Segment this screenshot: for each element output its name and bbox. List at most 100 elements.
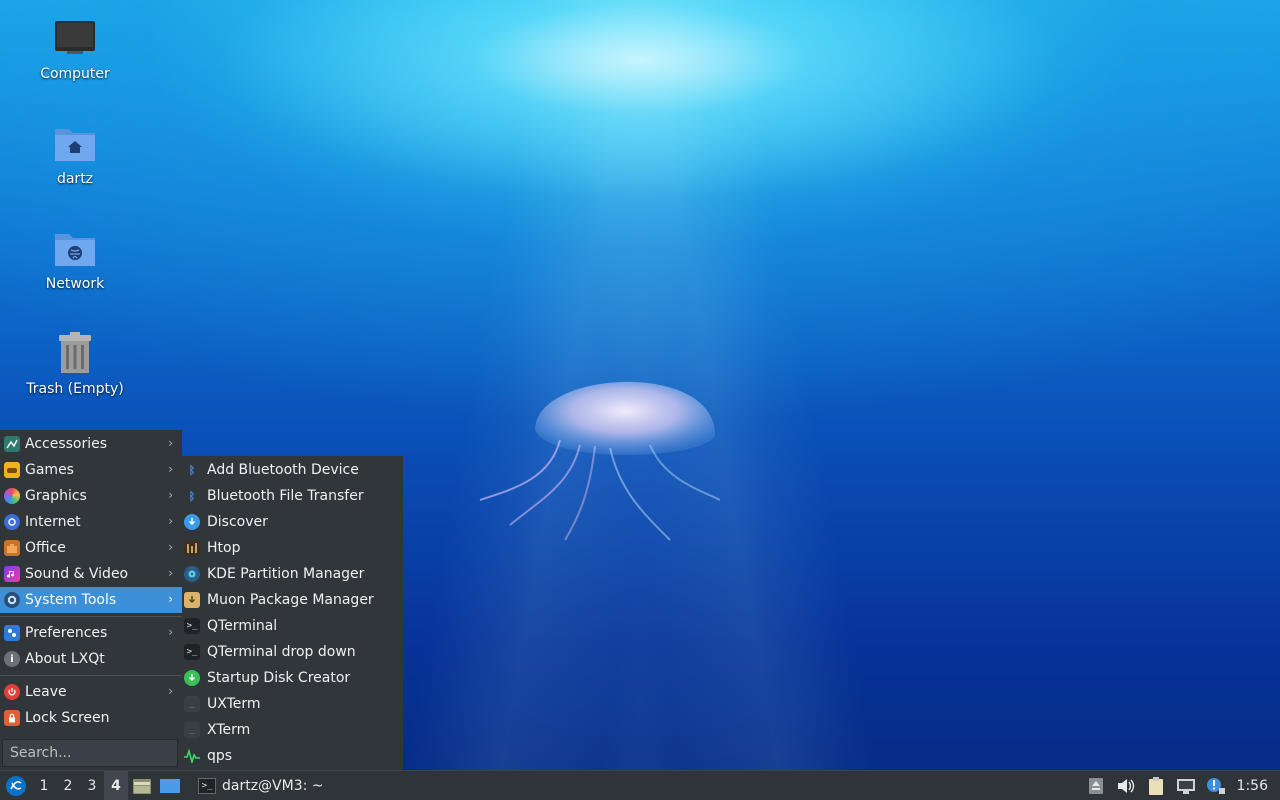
submenu-item-xterm[interactable]: _ XTerm [182, 717, 403, 743]
start-menu-button[interactable] [0, 771, 32, 800]
partition-manager-icon [184, 566, 200, 582]
submenu-item-qterminal-drop-down[interactable]: >_ QTerminal drop down [182, 639, 403, 665]
menu-item-preferences[interactable]: Preferences › [0, 620, 182, 646]
menu-item-office[interactable]: Office › [0, 535, 182, 561]
submenu-item-label: UXTerm [207, 696, 261, 712]
xterm-icon: _ [184, 722, 200, 738]
desktop-icon-label: Computer [40, 66, 110, 82]
desktop-switch-3[interactable]: 3 [80, 771, 104, 800]
submenu-item-label: Muon Package Manager [207, 592, 374, 608]
clipboard-button[interactable] [1141, 771, 1171, 800]
sound-video-icon [4, 566, 20, 582]
desktop-icon-computer[interactable]: Computer [15, 14, 135, 82]
menu-separator [0, 616, 182, 617]
submenu-item-add-bluetooth-device[interactable]: ᛒ Add Bluetooth Device [182, 457, 403, 483]
desktop-icon-label: Trash (Empty) [26, 381, 124, 397]
submenu-item-startup-disk-creator[interactable]: Startup Disk Creator [182, 665, 403, 691]
menu-item-lock-screen[interactable]: Lock Screen [0, 705, 182, 731]
clock[interactable]: 1:56 [1231, 778, 1280, 794]
lubuntu-logo-icon [6, 775, 26, 796]
terminal-icon: >_ [198, 777, 216, 794]
desktop-number: 2 [63, 777, 73, 794]
desktop-icon-trash[interactable]: Trash (Empty) [15, 329, 135, 397]
xterm-icon: _ [184, 696, 200, 712]
chevron-right-icon: › [168, 462, 173, 476]
submenu-item-htop[interactable]: Htop [182, 535, 403, 561]
desktop-switch-2[interactable]: 2 [56, 771, 80, 800]
wallpaper-jellyfish [479, 381, 721, 541]
menu-item-leave[interactable]: Leave › [0, 679, 182, 705]
info-icon: i [4, 651, 20, 667]
submenu-item-discover[interactable]: Discover [182, 509, 403, 535]
submenu-item-label: QTerminal [207, 618, 278, 634]
submenu-item-label: QTerminal drop down [207, 644, 356, 660]
submenu-item-bluetooth-file-transfer[interactable]: ᛒ Bluetooth File Transfer [182, 483, 403, 509]
tray-eject-button[interactable] [1081, 771, 1111, 800]
search-placeholder: Search... [10, 745, 72, 761]
menu-item-system-tools[interactable]: System Tools › [0, 587, 182, 613]
menu-separator [0, 675, 182, 676]
submenu-item-qterminal[interactable]: >_ QTerminal [182, 613, 403, 639]
menu-item-games[interactable]: Games › [0, 457, 182, 483]
chevron-right-icon: › [168, 540, 173, 554]
system-tools-icon [4, 592, 20, 608]
chevron-right-icon: › [168, 514, 173, 528]
submenu-item-label: Startup Disk Creator [207, 670, 351, 686]
bluetooth-icon: ᛒ [188, 489, 196, 503]
update-notifier-icon [1206, 778, 1225, 794]
menu-item-label: About LXQt [25, 651, 105, 667]
system-tray: 1:56 [1081, 771, 1280, 800]
network-button[interactable] [1171, 771, 1201, 800]
menu-item-sound-video[interactable]: Sound & Video › [0, 561, 182, 587]
menu-item-internet[interactable]: Internet › [0, 509, 182, 535]
desktop-icon-home[interactable]: dartz [15, 119, 135, 187]
chevron-right-icon: › [168, 625, 173, 639]
volume-button[interactable] [1111, 771, 1141, 800]
menu-item-label: Accessories [25, 436, 108, 452]
accessories-icon [4, 436, 20, 452]
desktop-switch-1[interactable]: 1 [32, 771, 56, 800]
submenu-item-kde-partition-manager[interactable]: KDE Partition Manager [182, 561, 403, 587]
submenu-item-label: Add Bluetooth Device [207, 462, 359, 478]
desktop-icon-network[interactable]: Network [15, 224, 135, 292]
internet-icon [4, 514, 20, 530]
menu-item-about[interactable]: i About LXQt [0, 646, 182, 672]
taskbar-window-title: dartz@VM3: ~ [222, 777, 324, 794]
desktop-number: 3 [87, 777, 97, 794]
submenu-item-uxterm[interactable]: _ UXTerm [182, 691, 403, 717]
menu-item-label: Sound & Video [25, 566, 129, 582]
menu-search-input[interactable]: Search... [2, 739, 178, 767]
chevron-right-icon: › [168, 488, 173, 502]
htop-icon [184, 540, 200, 556]
trash-icon [59, 332, 91, 373]
desktop-switch-4[interactable]: 4 [104, 770, 128, 800]
submenu-item-label: XTerm [207, 722, 251, 738]
package-manager-icon [184, 592, 200, 608]
graphics-icon [4, 488, 20, 504]
chevron-right-icon: › [168, 592, 173, 606]
desktop-number: 4 [111, 777, 121, 794]
network-folder-icon [55, 234, 95, 266]
show-desktop-button[interactable] [156, 771, 184, 800]
submenu-item-muon-package-manager[interactable]: Muon Package Manager [182, 587, 403, 613]
taskbar-window-terminal[interactable]: >_ dartz@VM3: ~ [192, 771, 330, 800]
office-icon [4, 540, 20, 556]
games-icon [4, 462, 20, 478]
power-icon [4, 684, 20, 700]
menu-item-label: Games [25, 462, 74, 478]
computer-icon [55, 21, 95, 54]
update-notifier-button[interactable] [1201, 771, 1231, 800]
startup-disk-icon [184, 670, 200, 686]
discover-icon [184, 514, 200, 530]
chevron-right-icon: › [168, 684, 173, 698]
clipboard-icon [1148, 777, 1163, 795]
submenu-item-qps[interactable]: qps [182, 743, 403, 769]
menu-item-graphics[interactable]: Graphics › [0, 483, 182, 509]
menu-item-accessories[interactable]: Accessories › [0, 431, 182, 457]
file-manager-launcher[interactable] [128, 771, 156, 800]
preferences-icon [4, 625, 20, 641]
clock-time: 1:56 [1236, 778, 1268, 794]
menu-item-label: Office [25, 540, 66, 556]
show-desktop-icon [160, 778, 180, 793]
menu-item-label: System Tools [25, 592, 117, 608]
